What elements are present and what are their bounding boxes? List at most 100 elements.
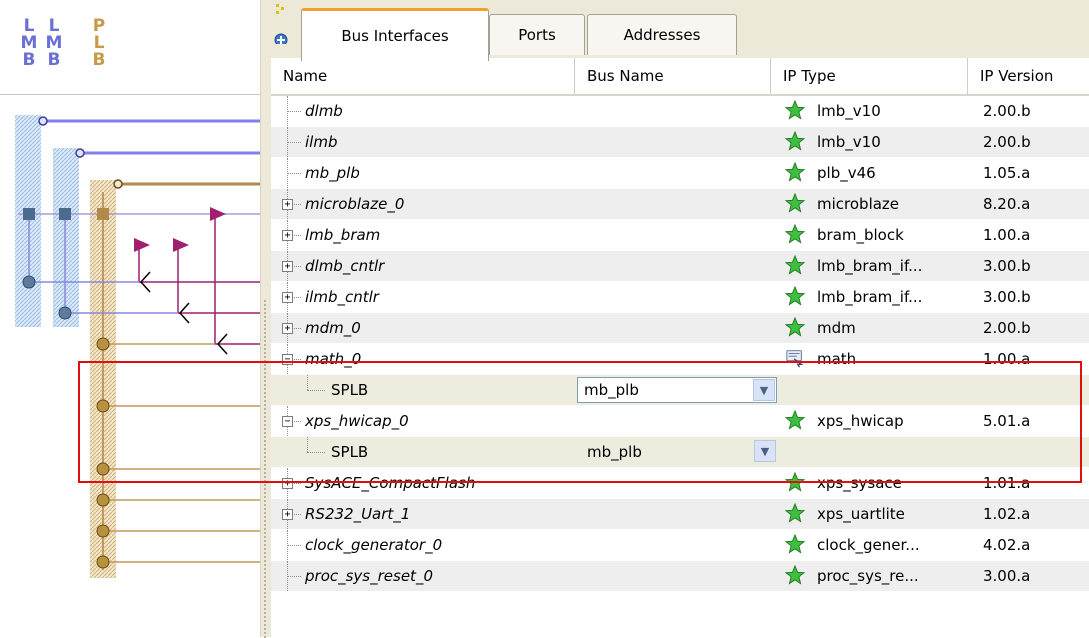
splitter-grip (264, 352, 266, 354)
expand-icon[interactable]: + (282, 230, 293, 241)
plb-connector-ball-clock[interactable] (96, 555, 110, 569)
splitter-grip (264, 424, 266, 426)
plb-connector-ball-mdm[interactable] (96, 337, 110, 351)
expand-icon[interactable]: + (282, 323, 293, 334)
p2p-triangle-2[interactable] (134, 238, 150, 252)
ip-type: microblaze (817, 195, 900, 213)
plb-connector-ball-math[interactable] (96, 399, 110, 413)
tree-connector (287, 111, 301, 112)
splitter-grip (264, 328, 266, 330)
ip-version: 5.01.a (983, 412, 1031, 430)
splitter-grip (264, 308, 266, 310)
splitter-grip (264, 372, 266, 374)
ip-type: xps_uartlite (817, 505, 905, 523)
table-row[interactable]: SPLB mb_plb ▼ (271, 375, 1089, 405)
splitter-grip (264, 520, 266, 522)
column-header-ip-version[interactable]: IP Version (968, 58, 1089, 96)
bus-name-value: mb_plb (587, 443, 642, 461)
splitter-grip (264, 444, 266, 446)
ilmb-bus-endpoint (75, 148, 85, 158)
instance-name: xps_hwicap_0 (305, 412, 409, 430)
splitter-grip (264, 340, 266, 342)
splitter-grip (264, 556, 266, 558)
table-row[interactable]: + dlmb_cntlr lmb_bram_if... 3.00.b (271, 251, 1089, 281)
panel-splitter[interactable] (260, 0, 271, 638)
table-row[interactable]: + lmb_bram bram_block 1.00.a (271, 220, 1089, 250)
table-row[interactable]: clock_generator_0 clock_gener... 4.02.a (271, 530, 1089, 560)
table-row[interactable]: + ilmb_cntlr lmb_bram_if... 3.00.b (271, 282, 1089, 312)
tree-connector (287, 561, 288, 591)
instance-name: SysACE_CompactFlash (305, 474, 476, 492)
tab-bus-interfaces[interactable]: Bus Interfaces (301, 8, 489, 61)
table-row[interactable]: − xps_hwicap_0 xps_hwicap 5.01.a (271, 406, 1089, 436)
microblaze-plb-port[interactable] (97, 208, 109, 220)
plb-connector-ball-sysace[interactable] (96, 493, 110, 507)
bus-diagram[interactable] (0, 0, 260, 637)
splitter-grip (264, 348, 266, 350)
chevron-down-icon[interactable]: ▼ (753, 379, 775, 401)
column-header-bus-name[interactable]: Bus Name (575, 58, 771, 96)
table-row[interactable]: mb_plb plb_v46 1.05.a (271, 158, 1089, 188)
expand-icon[interactable]: + (282, 509, 293, 520)
microblaze-ilmb-port[interactable] (59, 208, 71, 220)
tab-addresses[interactable]: Addresses (587, 14, 737, 55)
splitter-grip (264, 412, 266, 414)
splitter-grip (264, 516, 266, 518)
splitter-grip (264, 420, 266, 422)
expand-icon[interactable]: + (282, 199, 293, 210)
collapse-icon[interactable]: − (282, 416, 293, 427)
ip-type: xps_hwicap (817, 412, 904, 430)
ip-version: 1.01.a (983, 474, 1031, 492)
splitter-grip (264, 584, 266, 586)
chevron-down-icon[interactable]: ▼ (754, 440, 776, 462)
plb-connector-ball-hwicap[interactable] (96, 462, 110, 476)
splitter-grip (264, 480, 266, 482)
splitter-grip (264, 572, 266, 574)
tree-connector (287, 127, 288, 157)
column-header-ip-type[interactable]: IP Type (771, 58, 968, 96)
lmb-connector-ball-2[interactable] (58, 306, 72, 320)
plb-connector-ball-uart[interactable] (96, 524, 110, 538)
table-row[interactable]: ilmb lmb_v10 2.00.b (271, 127, 1089, 157)
table-row[interactable]: SPLB mb_plb ▼ (271, 437, 1089, 467)
expand-view-icon[interactable] (273, 4, 291, 44)
splitter-grip (264, 316, 266, 318)
expand-icon[interactable]: + (282, 292, 293, 303)
ip-type: proc_sys_re... (817, 567, 919, 585)
instance-name: microblaze_0 (305, 195, 405, 213)
splitter-grip (264, 396, 266, 398)
ip-type: lmb_v10 (817, 102, 881, 120)
tree-connector (287, 530, 288, 560)
green-star-icon (785, 100, 805, 120)
table-row[interactable]: + RS232_Uart_1 xps_uartlite 1.02.a (271, 499, 1089, 529)
tab-ports[interactable]: Ports (489, 14, 585, 55)
table-row[interactable]: + mdm_0 mdm 2.00.b (271, 313, 1089, 343)
lmb-connector-ball-1[interactable] (22, 275, 36, 289)
expand-icon[interactable]: + (282, 261, 293, 272)
green-star-icon (785, 410, 805, 430)
expand-icon[interactable]: + (282, 478, 293, 489)
bus-name-dropdown[interactable]: mb_plb ▼ (577, 439, 777, 465)
table-row[interactable]: + SysACE_CompactFlash xps_sysace 1.01.a (271, 468, 1089, 498)
splitter-grip (264, 612, 266, 614)
tree-connector (307, 390, 325, 391)
splitter-grip (264, 488, 266, 490)
table-row[interactable]: − math_0 math 1.00.a (271, 344, 1089, 374)
ip-type: lmb_v10 (817, 133, 881, 151)
collapse-icon[interactable]: − (282, 354, 293, 365)
bus-name-dropdown[interactable]: mb_plb ▼ (577, 377, 777, 403)
splitter-grip (264, 452, 266, 454)
table-row[interactable]: + microblaze_0 microblaze 8.20.a (271, 189, 1089, 219)
splitter-grip (264, 564, 266, 566)
instance-name: dlmb (305, 102, 343, 120)
column-header-name[interactable]: Name (271, 58, 575, 96)
table-row[interactable]: dlmb lmb_v10 2.00.b (271, 96, 1089, 126)
p2p-triangle-3[interactable] (173, 238, 189, 252)
mb-plb-bus-endpoint (113, 179, 123, 189)
ip-type: plb_v46 (817, 164, 876, 182)
microblaze-dlmb-port[interactable] (23, 208, 35, 220)
p2p-triangle-1[interactable] (210, 207, 226, 221)
table-row[interactable]: proc_sys_reset_0 proc_sys_re... 3.00.a (271, 561, 1089, 591)
instance-name: proc_sys_reset_0 (305, 567, 433, 585)
splitter-grip (264, 512, 266, 514)
